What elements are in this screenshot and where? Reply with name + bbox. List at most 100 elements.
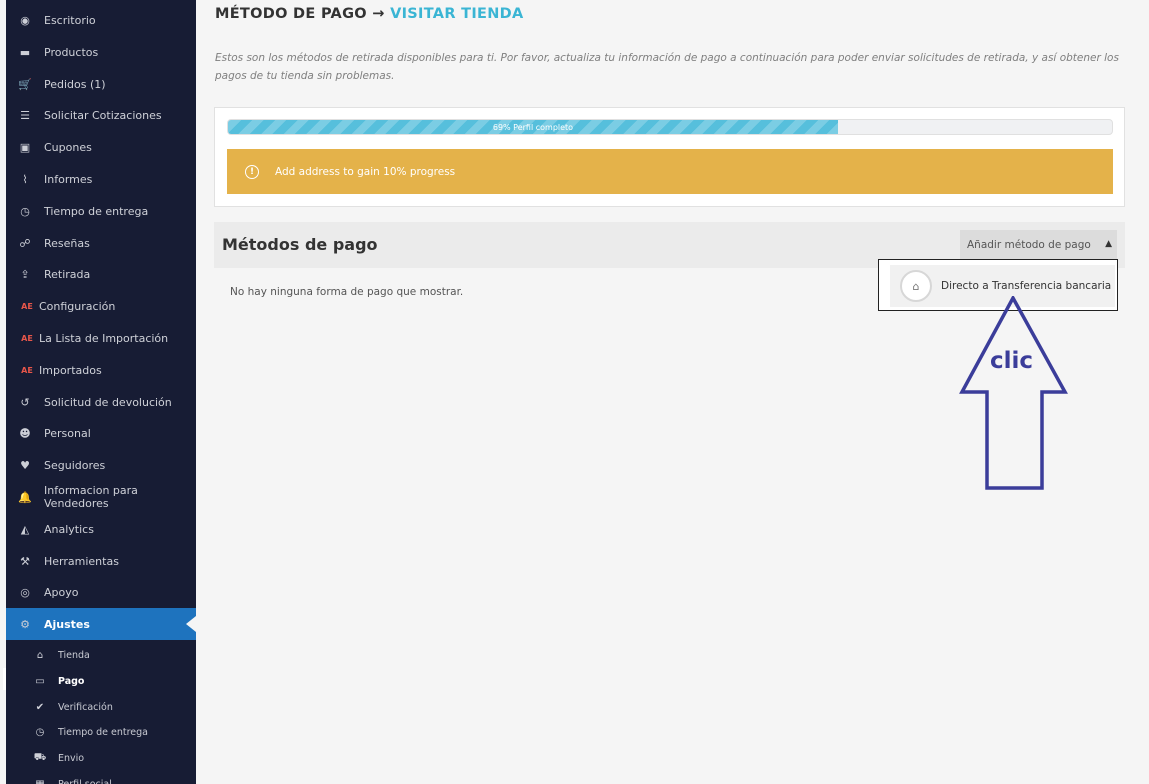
cart-icon: 🛒 (18, 77, 32, 91)
area-chart-icon: ◭ (20, 522, 30, 536)
check-icon: ✔ (35, 702, 45, 713)
sidebar-item-label: Escritorio (44, 13, 96, 27)
sidebar-item-label: Cupones (44, 140, 92, 154)
current-indicator (3, 668, 6, 690)
wrench-icon: ⚒ (20, 554, 30, 568)
sidebar-subitem-tiempo-de-entrega[interactable]: ◷ Tiempo de entrega (6, 720, 196, 745)
comments-icon: ☍ (19, 236, 31, 250)
title-arrow: → (372, 6, 385, 22)
progress-fill: 69% Perfil completo (228, 120, 838, 134)
users-icon: ☻ (19, 426, 31, 440)
sidebar-item-label: Informacion para Vendedores (44, 484, 138, 510)
sidebar-item-ajustes[interactable]: ⚙ Ajustes (6, 608, 196, 640)
progress-alert-text: Add address to gain 10% progress (275, 165, 456, 178)
sidebar-item-label: Ajustes (44, 617, 90, 631)
sidebar-item-label: Importados (39, 363, 102, 377)
share-icon: ▦ (33, 778, 47, 784)
bank-transfer-label: Directo a Transferencia bancaria (941, 280, 1112, 292)
active-notch (186, 616, 196, 632)
sidebar-item-cupones[interactable]: ▣ Cupones (6, 131, 196, 163)
sidebar-item-informes[interactable]: ⌇ Informes (6, 163, 196, 195)
sidebar-subitem-verificación[interactable]: ✔ Verificación (6, 695, 196, 720)
sidebar-item-label: Apoyo (44, 585, 79, 599)
sidebar-item-label: Personal (44, 426, 91, 440)
briefcase-icon: ▬ (19, 45, 31, 59)
bank-icon: ⌂ (36, 650, 44, 661)
sidebar-item-analytics[interactable]: ◭ Analytics (6, 513, 196, 545)
sidebar: ◉ Escritorio ▬ Productos 🛒 Pedidos (1) ☰ Solici… (6, 0, 196, 784)
sidebar-item-retirada[interactable]: ⇪ Retirada (6, 258, 196, 290)
sidebar-item-label: Pedidos (1) (44, 77, 106, 91)
sidebar-subitem-label: Pago (58, 676, 85, 687)
sidebar-item-solicitud-de-devolución[interactable]: ↺ Solicitud de devolución (6, 386, 196, 418)
annotation-clic-label: clic (990, 348, 1034, 374)
sidebar-item-pedidos-1[interactable]: 🛒 Pedidos (1) (6, 68, 196, 100)
payment-description: Estos son los métodos de retirada dispon… (215, 52, 1119, 82)
sidebar-item-informacion-para-vendedores[interactable]: 🔔 Informacion para Vendedores (6, 481, 196, 513)
add-payment-method-button[interactable]: Añadir método de pago ▲ (960, 230, 1117, 259)
add-payment-method-label: Añadir método de pago (967, 238, 1091, 251)
sidebar-item-apoyo[interactable]: ◎ Apoyo (6, 576, 196, 608)
profile-progress-card: 69% Perfil completo ! Add address to gai… (214, 107, 1125, 207)
sidebar-item-label: Tiempo de entrega (44, 204, 149, 218)
sidebar-subitem-tienda[interactable]: ⌂ Tienda (6, 643, 196, 668)
truck-icon: ⛟ (33, 752, 47, 763)
page-title-text: MÉTODO DE PAGO (215, 6, 367, 22)
info-circle-icon: ! (245, 164, 259, 179)
chart-icon: ⌇ (22, 172, 28, 186)
progress-label: 69% Perfil completo (492, 122, 574, 132)
sidebar-item-label: Seguidores (44, 458, 106, 472)
sidebar-subitem-pago[interactable]: ▭ Pago (6, 669, 196, 694)
sidebar-item-solicitar-cotizaciones[interactable]: ☰ Solicitar Cotizaciones (6, 99, 196, 131)
aliexpress-icon: AE (21, 333, 33, 343)
sidebar-item-label: Solicitar Cotizaciones (44, 108, 162, 122)
sidebar-subitem-perfil-social[interactable]: ▦ Perfil social (6, 772, 196, 784)
sidebar-item-label: Herramientas (44, 554, 119, 568)
progress-alert[interactable]: ! Add address to gain 10% progress (227, 149, 1113, 194)
sidebar-item-label: Productos (44, 45, 99, 59)
sidebar-subitem-label: Envio (58, 753, 85, 764)
sidebar-item-escritorio[interactable]: ◉ Escritorio (6, 4, 196, 36)
page-title: MÉTODO DE PAGO → VISITAR TIENDA (215, 6, 524, 22)
visit-store-link[interactable]: VISITAR TIENDA (390, 6, 523, 22)
sidebar-item-tiempo-de-entrega[interactable]: ◷ Tiempo de entrega (6, 195, 196, 227)
sidebar-item-personal[interactable]: ☻ Personal (6, 417, 196, 449)
sidebar-subitem-label: Tiempo de entrega (58, 727, 148, 738)
sidebar-item-label: Reseñas (44, 236, 90, 250)
bank-icon: ⌂ (900, 270, 932, 302)
no-payment-methods-message: No hay ninguna forma de pago que mostrar… (230, 286, 464, 298)
sidebar-item-seguidores[interactable]: ♥ Seguidores (6, 449, 196, 481)
sidebar-item-importados[interactable]: AE Importados (6, 354, 196, 386)
sidebar-item-label: Informes (44, 172, 93, 186)
annotation-up-arrow-icon (959, 296, 1068, 490)
return-icon: ↺ (20, 395, 30, 409)
payment-methods-title: Métodos de pago (222, 235, 378, 254)
sidebar-item-label: La Lista de Importación (39, 331, 169, 345)
sidebar-item-label: Solicitud de devolución (44, 395, 172, 409)
sidebar-item-herramientas[interactable]: ⚒ Herramientas (6, 545, 196, 577)
gear-icon: ⚙ (20, 617, 30, 631)
heart-icon: ♥ (20, 458, 30, 472)
upload-icon: ⇪ (20, 267, 30, 281)
sidebar-item-productos[interactable]: ▬ Productos (6, 36, 196, 68)
sidebar-item-label: Analytics (44, 522, 94, 536)
clock-icon: ◷ (20, 204, 30, 218)
credit-card-icon: ▭ (35, 676, 45, 687)
aliexpress-icon: AE (21, 301, 33, 311)
caret-up-icon: ▲ (1105, 239, 1112, 249)
sidebar-item-configuración[interactable]: AE Configuración (6, 290, 196, 322)
sidebar-item-reseñas[interactable]: ☍ Reseñas (6, 227, 196, 259)
sidebar-item-la-lista-de-importación[interactable]: AE La Lista de Importación (6, 322, 196, 354)
gift-icon: ▣ (19, 140, 31, 154)
sidebar-subitem-label: Tienda (58, 650, 90, 661)
sidebar-item-label: Configuración (39, 299, 116, 313)
dashboard-icon: ◉ (20, 13, 30, 27)
aliexpress-icon: AE (21, 365, 33, 375)
sidebar-subitem-label: Verificación (58, 702, 113, 713)
clock-icon: ◷ (35, 727, 45, 738)
lifebuoy-icon: ◎ (20, 585, 30, 599)
sidebar-subitem-envio[interactable]: ⛟ Envio (6, 746, 196, 771)
progress-bar: 69% Perfil completo (227, 119, 1113, 135)
sidebar-item-label: Retirada (44, 267, 91, 281)
bell-icon: 🔔 (18, 490, 32, 504)
